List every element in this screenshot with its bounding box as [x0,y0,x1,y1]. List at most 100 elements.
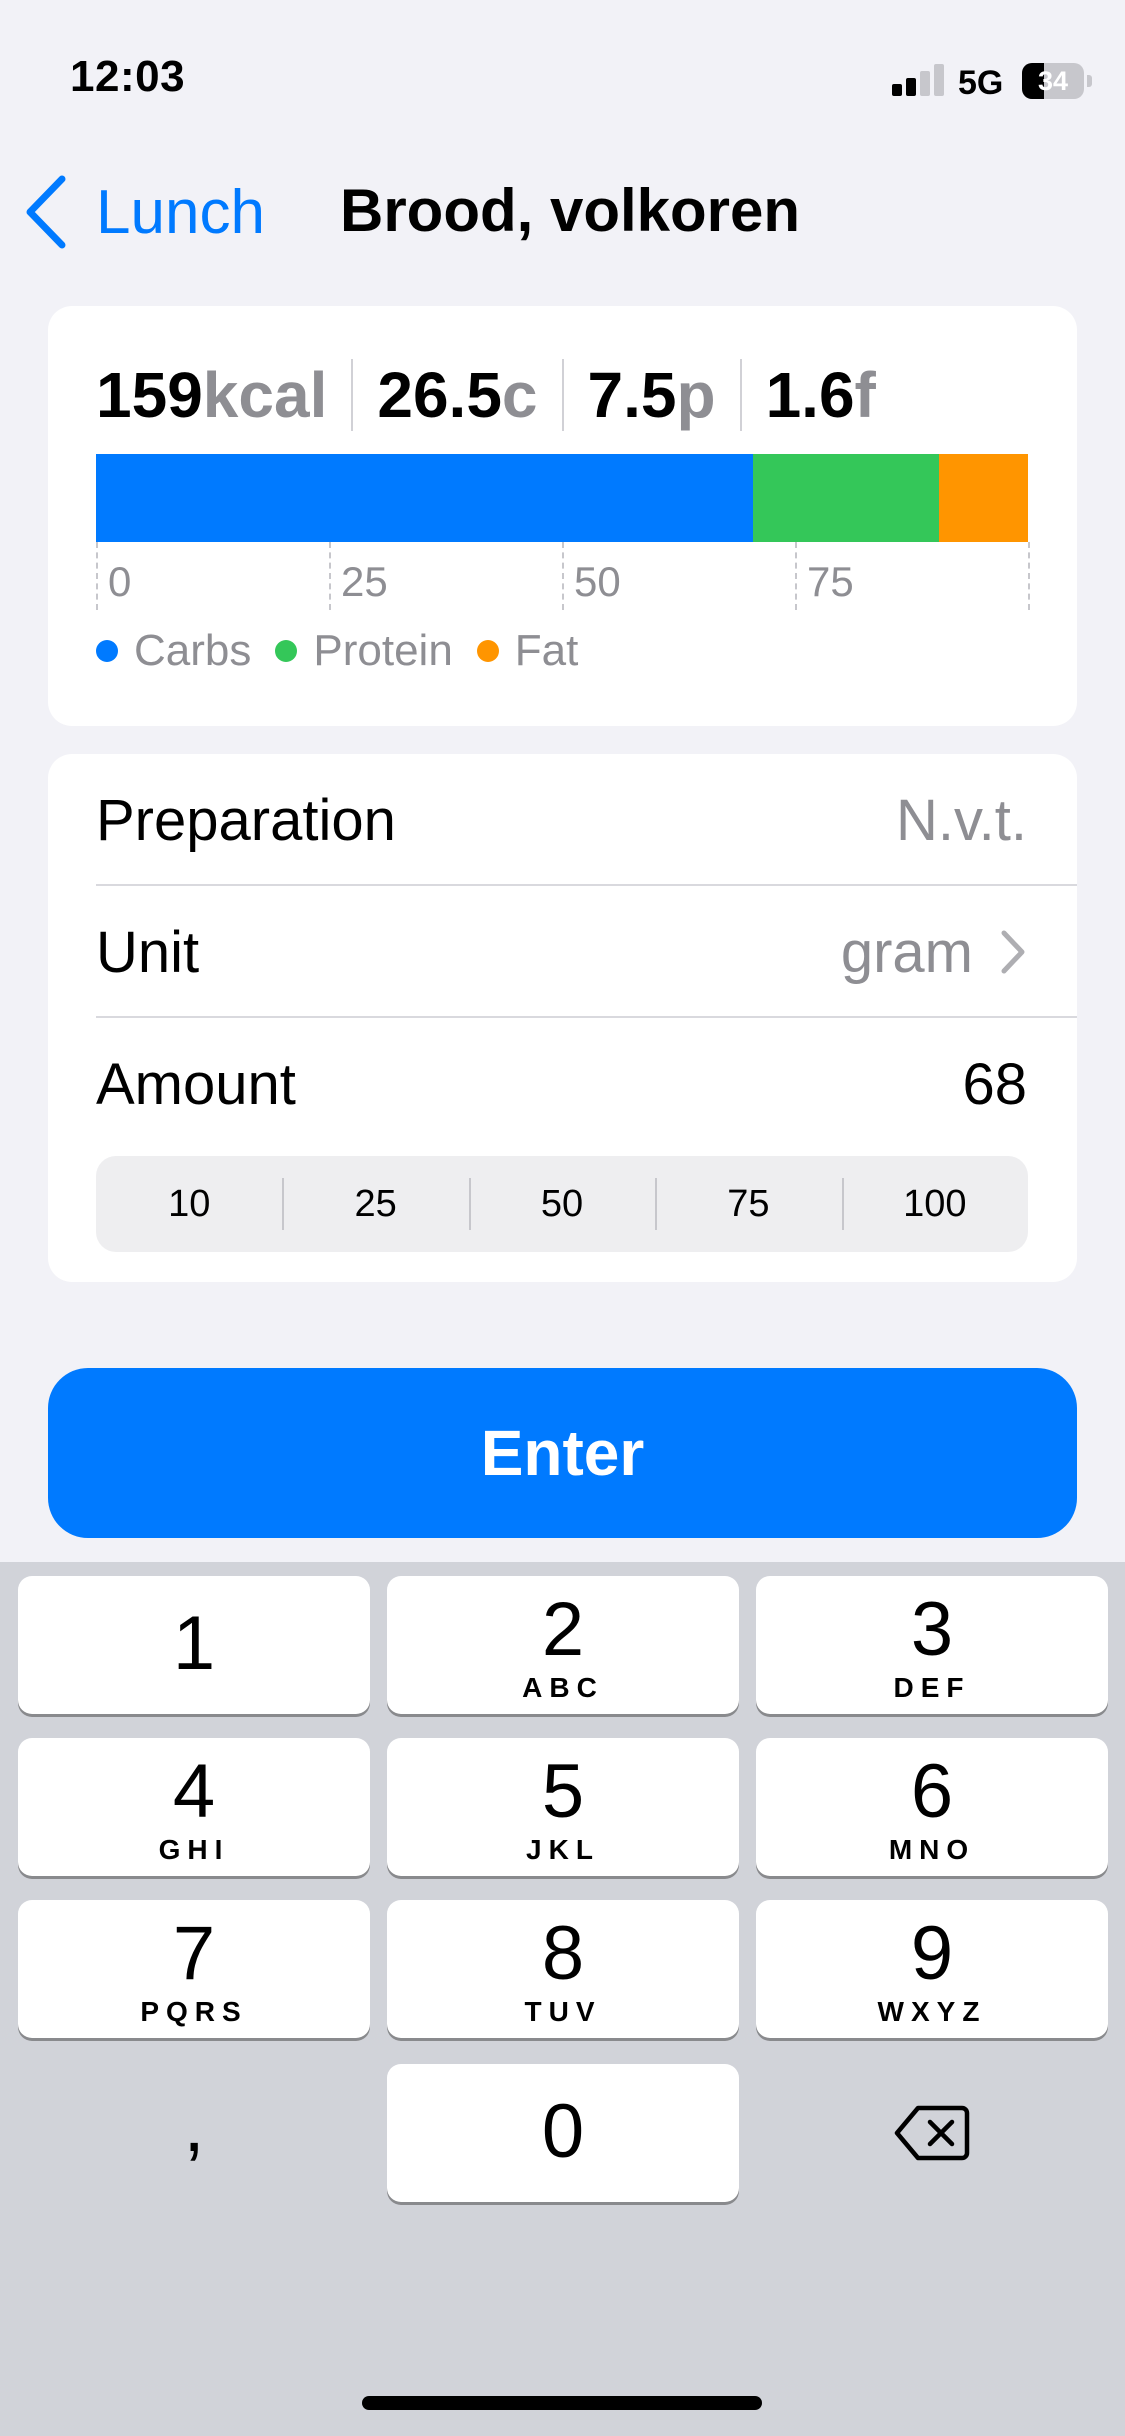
bar-segment-carbs [96,454,754,542]
key-1[interactable]: 1 [18,1576,370,1714]
preparation-label: Preparation [96,787,396,853]
key-2[interactable]: 2 ABC [387,1576,739,1714]
macro-divider [739,359,742,431]
legend-dot-icon [275,640,298,662]
axis-tick-label: 0 [108,558,132,605]
quick-amount-25[interactable]: 25 [282,1156,468,1252]
unit-value: gram [840,919,973,985]
back-button[interactable]: Lunch [24,170,265,254]
axis-tick-label: 25 [341,558,388,605]
quick-amount-10[interactable]: 10 [96,1156,282,1252]
network-type: 5G [958,64,1004,102]
unit-label: Unit [96,919,200,985]
key-7-letters: PQRS [140,1996,248,2027]
key-5[interactable]: 5 JKL [387,1738,739,1876]
backspace-icon [894,2105,970,2161]
key-3[interactable]: 3 DEF [756,1576,1108,1714]
axis-tick-label: 75 [807,558,854,605]
preparation-row[interactable]: Preparation N.v.t. [96,754,1077,886]
bar-segment-protein [753,454,940,542]
chevron-right-icon [1001,930,1025,974]
carbs-value: 26.5 [377,359,502,431]
axis-gridline [562,542,564,610]
quick-amount-selector: 10 25 50 75 100 [96,1156,1028,1252]
kcal-unit: kcal [202,359,328,431]
quick-amount-75[interactable]: 75 [655,1156,841,1252]
enter-button[interactable]: Enter [48,1368,1077,1538]
axis-gridline [96,542,98,610]
macro-totals: 159 kcal 26.5 c 7.5 p 1.6 f [96,358,876,432]
macro-divider [351,359,354,431]
key-4-label: 4 [172,1749,216,1834]
axis-tick-label: 50 [574,558,621,605]
protein-total: 7.5 p [588,358,716,432]
key-5-letters: JKL [526,1834,600,1865]
axis-gridline [329,542,331,610]
key-6-letters: MNO [888,1834,976,1865]
page-title: Brood, volkoren [340,177,801,244]
amount-value[interactable]: 68 [962,1051,1027,1118]
key-3-label: 3 [910,1587,954,1672]
macro-divider [561,359,564,431]
food-entry-screen: 12:03 5G 34 Lunch Brood, volkoren 159 kca… [0,0,1125,2436]
carbs-total: 26.5 c [377,358,537,432]
legend-label: Fat [514,626,579,675]
key-5-label: 5 [541,1749,585,1834]
legend-dot-icon [476,640,499,662]
preparation-value: N.v.t. [895,787,1027,853]
amount-row[interactable]: Amount 68 [96,1018,1077,1150]
comma-key-label: , [183,2083,205,2168]
cellular-signal-icon [892,64,944,96]
key-4[interactable]: 4 GHI [18,1738,370,1876]
home-indicator [362,2396,762,2410]
key-8[interactable]: 8 TUV [387,1900,739,2038]
key-0[interactable]: 0 [387,2064,739,2202]
fat-total: 1.6 f [766,358,876,432]
status-time: 12:03 [70,52,186,101]
key-1-label: 1 [172,1601,216,1686]
fat-unit: f [854,359,876,431]
protein-value: 7.5 [587,359,677,431]
chart-legend: Carbs Protein Fat [96,626,602,676]
legend-item-carbs: Carbs [96,626,251,676]
chevron-left-icon [26,175,66,249]
fat-value: 1.6 [765,359,855,431]
key-3-letters: DEF [893,1672,971,1703]
key-8-letters: TUV [524,1996,602,2027]
quick-amount-50[interactable]: 50 [468,1156,655,1252]
amount-label: Amount [96,1051,296,1117]
key-0-label: 0 [541,2089,585,2174]
bar-segment-fat [939,454,1028,542]
back-button-label: Lunch [96,177,265,247]
legend-label: Protein [313,626,453,675]
key-9-label: 9 [910,1911,954,1996]
legend-label: Carbs [134,626,252,675]
macro-distribution-bar [96,454,1028,542]
legend-item-fat: Fat [476,626,579,676]
backspace-key[interactable] [756,2064,1108,2202]
key-4-letters: GHI [158,1834,230,1865]
key-6-label: 6 [910,1749,954,1834]
comma-key[interactable]: , [18,2064,370,2202]
legend-dot-icon [96,640,118,662]
kcal-value: 159 [96,359,203,431]
battery-icon: 34 [1022,63,1084,99]
kcal-total: 159 kcal [96,358,327,432]
key-7[interactable]: 7 PQRS [18,1900,370,2038]
key-8-label: 8 [541,1911,585,1996]
portion-form-card: Preparation N.v.t. Unit gram Amount 68 1… [48,754,1077,1282]
axis-gridline [795,542,797,610]
key-9-letters: WXYZ [877,1996,987,2027]
key-2-letters: ABC [522,1672,604,1703]
key-9[interactable]: 9 WXYZ [756,1900,1108,2038]
battery-nub [1087,75,1092,87]
numeric-keypad: , 0 1 2 ABC 3 DEF 4 GHI 5 JKL 6 MNO 7 PQRS 8 TUV 9 WXYZ [0,1562,1125,2436]
legend-item-protein: Protein [275,626,453,676]
key-6[interactable]: 6 MNO [756,1738,1108,1876]
unit-row[interactable]: Unit gram [96,886,1077,1018]
carbs-unit: c [501,359,538,431]
battery-level: 34 [1037,66,1069,96]
quick-amount-100[interactable]: 100 [841,1156,1028,1252]
axis-gridline [1028,542,1030,610]
key-2-label: 2 [541,1587,585,1672]
